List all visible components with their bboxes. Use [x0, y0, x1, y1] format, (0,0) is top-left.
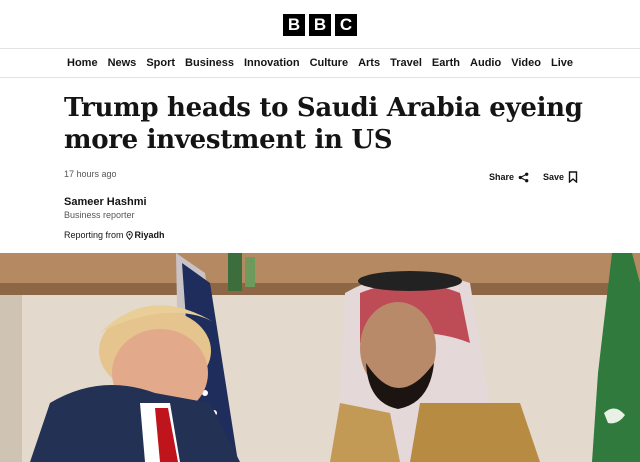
bbc-logo[interactable]: B B C: [283, 14, 357, 36]
logo-letter-c: C: [335, 14, 357, 36]
reporting-location: Reporting from Riyadh: [64, 230, 165, 240]
site-header: B B C: [0, 0, 640, 49]
save-label: Save: [542, 172, 564, 182]
share-button[interactable]: Share: [489, 172, 529, 183]
save-button[interactable]: Save: [543, 171, 578, 183]
nav-item-innovation[interactable]: Innovation: [239, 57, 305, 69]
nav-item-travel[interactable]: Travel: [385, 57, 427, 69]
author-name[interactable]: Sameer Hashmi: [64, 196, 147, 208]
share-icon: [518, 172, 529, 182]
author-role: Business reporter: [64, 210, 135, 220]
hero-image: [0, 253, 640, 462]
nav-item-culture[interactable]: Culture: [305, 57, 354, 69]
article-actions: Share Save: [489, 171, 578, 183]
nav-item-business[interactable]: Business: [180, 57, 239, 69]
bookmark-icon: [568, 171, 578, 183]
nav-item-home[interactable]: Home: [62, 57, 103, 69]
nav-item-news[interactable]: News: [103, 57, 142, 69]
nav-item-arts[interactable]: Arts: [353, 57, 385, 69]
nav-item-video[interactable]: Video: [506, 57, 546, 69]
logo-letter-b1: B: [283, 14, 305, 36]
nav-item-live[interactable]: Live: [546, 57, 578, 69]
location-pin-icon: [125, 230, 133, 240]
main-nav: Home News Sport Business Innovation Cult…: [0, 49, 640, 78]
nav-item-earth[interactable]: Earth: [427, 57, 465, 69]
reporting-prefix: Reporting from: [64, 230, 124, 240]
nav-item-audio[interactable]: Audio: [465, 57, 506, 69]
article-headline: Trump heads to Saudi Arabia eyeing more …: [64, 93, 583, 155]
logo-letter-b2: B: [309, 14, 331, 36]
reporting-city: Riyadh: [134, 230, 165, 240]
nav-item-sport[interactable]: Sport: [141, 57, 180, 69]
hero-photo-illustration: [0, 253, 640, 462]
article-timestamp: 17 hours ago: [64, 169, 117, 179]
share-label: Share: [488, 172, 514, 182]
